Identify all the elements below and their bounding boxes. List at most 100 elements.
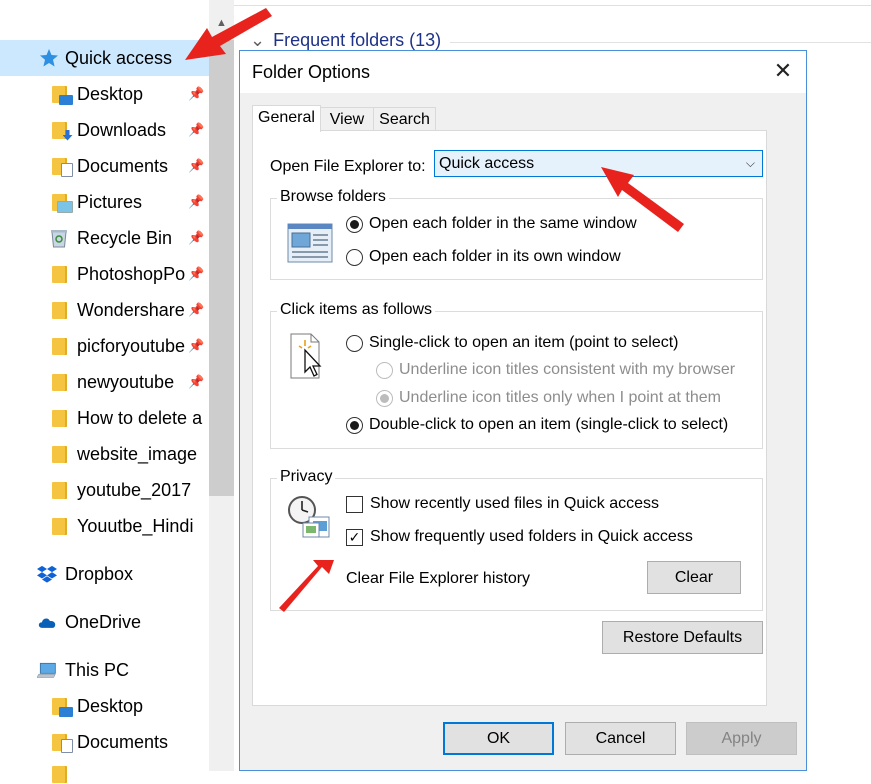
cancel-button[interactable]: Cancel (565, 722, 676, 755)
nav-item-newyoutube[interactable]: newyoutube 📌 (0, 364, 209, 400)
nav-item-wondershare[interactable]: Wondershare 📌 (0, 292, 209, 328)
pin-icon[interactable]: 📌 (188, 158, 204, 174)
nav-item-this-pc[interactable]: This PC (0, 652, 209, 688)
nav-item-label: Youutbe_Hindi (77, 515, 194, 536)
apply-button: Apply (686, 722, 797, 755)
nav-item-label: youtube_2017 (77, 479, 192, 500)
restore-defaults-button[interactable]: Restore Defaults (602, 621, 763, 654)
nav-item-pictures[interactable]: Pictures 📌 (0, 184, 209, 220)
nav-item-quick-access[interactable]: Quick access (0, 40, 209, 76)
nav-item-pc-documents[interactable]: Documents (0, 724, 209, 760)
folder-icon (49, 516, 69, 536)
nav-item-recycle-bin[interactable]: Recycle Bin 📌 (0, 220, 209, 256)
dropbox-icon (37, 564, 57, 584)
click-pointer-illustration-icon (290, 333, 322, 379)
navigation-pane: Quick access Desktop 📌 Downloads 📌 Docum… (0, 0, 209, 783)
nav-scrollbar[interactable]: ▲ (209, 0, 234, 771)
radio-button (376, 361, 393, 379)
browse-folders-group: Browse folders Open each folder in the s… (270, 188, 763, 280)
nav-item-youtube-2017[interactable]: youtube_2017 (0, 472, 209, 508)
checkbox[interactable] (346, 495, 363, 513)
folder-documents-icon (49, 732, 73, 753)
radio-button[interactable] (346, 248, 363, 266)
nav-item-label: OneDrive (65, 611, 142, 632)
radio-single-click[interactable]: Single-click to open an item (point to s… (346, 334, 678, 352)
nav-item-dropbox[interactable]: Dropbox (0, 556, 209, 592)
nav-item-label: Dropbox (65, 563, 134, 584)
nav-item-label: Documents (77, 731, 169, 752)
folder-documents-icon (49, 156, 73, 177)
nav-item-youutbe-hindi[interactable]: Youutbe_Hindi (0, 508, 209, 544)
nav-item-label: Wondershare (77, 299, 185, 320)
folder-options-dialog: Folder Options ✕ General View Search Ope… (239, 50, 807, 771)
pin-icon[interactable]: 📌 (188, 230, 204, 246)
nav-item-label: Desktop (77, 695, 144, 716)
radio-same-window-label: Open each folder in the same window (369, 215, 637, 232)
nav-item-label: website_image (77, 443, 198, 464)
nav-item-website-image[interactable]: website_image (0, 436, 209, 472)
clear-button[interactable]: Clear (647, 561, 741, 594)
pin-star-icon (39, 48, 59, 68)
nav-item-onedrive[interactable]: OneDrive (0, 604, 209, 640)
tab-strip: General View Search (252, 105, 797, 132)
nav-item-picforyoutube[interactable]: picforyoutube 📌 (0, 328, 209, 364)
pin-icon[interactable]: 📌 (188, 374, 204, 390)
folder-icon (49, 408, 69, 428)
nav-item-label: Quick access (65, 47, 173, 68)
folder-download-icon (49, 120, 73, 141)
general-tab-panel: Open File Explorer to: Quick access ⌵ Br… (252, 130, 767, 706)
clear-history-label: Clear File Explorer history (346, 570, 531, 587)
radio-button (376, 389, 393, 407)
nav-item-documents[interactable]: Documents 📌 (0, 148, 209, 184)
tab-general[interactable]: General (252, 105, 321, 132)
radio-double-click-label: Double-click to open an item (single-cli… (369, 416, 729, 433)
computer-icon (37, 660, 57, 680)
radio-same-window[interactable]: Open each folder in the same window (346, 215, 637, 233)
click-items-title: Click items as follows (277, 301, 436, 319)
folder-icon (49, 444, 69, 464)
nav-item-desktop[interactable]: Desktop 📌 (0, 76, 209, 112)
nav-item-pc-desktop[interactable]: Desktop (0, 688, 209, 724)
checkbox-recent-files-label: Show recently used files in Quick access (370, 495, 660, 512)
folder-icon (49, 480, 69, 500)
frequent-folders-label: Frequent folders (13) (273, 30, 442, 50)
radio-button[interactable] (346, 334, 363, 352)
pin-icon[interactable]: 📌 (188, 266, 204, 282)
radio-double-click[interactable]: Double-click to open an item (single-cli… (346, 416, 728, 434)
radio-button[interactable] (346, 416, 363, 434)
pin-icon[interactable]: 📌 (188, 194, 204, 210)
pin-icon[interactable]: 📌 (188, 338, 204, 354)
browse-folders-title: Browse folders (277, 188, 389, 206)
nav-item-how-to-delete[interactable]: How to delete a (0, 400, 209, 436)
nav-item-photoshoppo[interactable]: PhotoshopPo 📌 (0, 256, 209, 292)
frequent-folders-header[interactable]: ⌄ Frequent folders (13) (250, 30, 441, 51)
close-icon[interactable]: ✕ (768, 55, 798, 87)
nav-item-downloads[interactable]: Downloads 📌 (0, 112, 209, 148)
open-explorer-select[interactable]: Quick access ⌵ (434, 150, 763, 177)
radio-single-click-label: Single-click to open an item (point to s… (369, 334, 679, 351)
dialog-titlebar[interactable]: Folder Options ✕ (240, 51, 806, 93)
tab-search[interactable]: Search (373, 107, 436, 131)
scrollbar-thumb[interactable] (209, 40, 234, 496)
pin-icon[interactable]: 📌 (188, 86, 204, 102)
open-explorer-value: Quick access (439, 155, 535, 172)
folder-desktop-icon (49, 84, 73, 105)
checkbox-frequent-folders[interactable]: ✓ Show frequently used folders in Quick … (346, 528, 693, 546)
clock-documents-illustration-icon (288, 496, 330, 538)
ok-button[interactable]: OK (443, 722, 554, 755)
checkbox-recent-files[interactable]: Show recently used files in Quick access (346, 495, 659, 513)
radio-button[interactable] (346, 215, 363, 233)
checkbox-frequent-folders-label: Show frequently used folders in Quick ac… (370, 528, 693, 545)
radio-own-window-label: Open each folder in its own window (369, 248, 621, 265)
radio-own-window[interactable]: Open each folder in its own window (346, 248, 621, 266)
nav-item-partial (0, 760, 209, 783)
scroll-up-arrow-icon[interactable]: ▲ (216, 18, 227, 29)
onedrive-cloud-icon (37, 612, 57, 632)
nav-item-label: Desktop (77, 83, 144, 104)
tab-view[interactable]: View (320, 107, 374, 131)
click-items-group: Click items as follows Single-click to o… (270, 301, 763, 449)
pin-icon[interactable]: 📌 (188, 302, 204, 318)
pin-icon[interactable]: 📌 (188, 122, 204, 138)
checkmark-icon[interactable]: ✓ (346, 528, 363, 546)
nav-item-label: Pictures (77, 191, 143, 212)
